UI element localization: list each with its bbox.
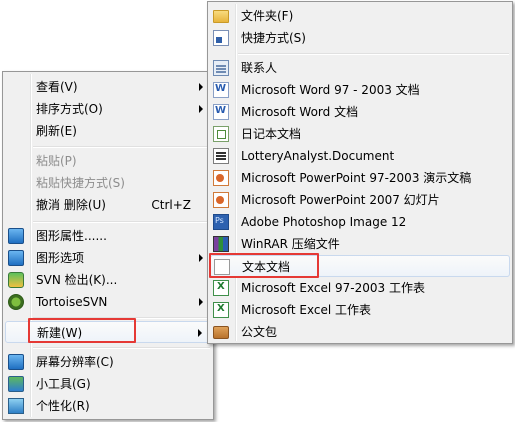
menu-item-label: 快捷方式(S) (241, 31, 306, 45)
powerpoint-icon (213, 170, 229, 186)
new-journal-item[interactable]: 日记本文档 (210, 123, 510, 145)
annotation-highlight-text-document (209, 253, 319, 278)
shortcut-icon (213, 30, 229, 46)
menu-item-label: 查看(V) (36, 80, 78, 94)
contact-icon (213, 60, 229, 76)
menu-item-personalize[interactable]: 个性化(R) (5, 395, 211, 417)
new-excel-item[interactable]: Microsoft Excel 工作表 (210, 299, 510, 321)
menu-item-label: 联系人 (241, 61, 278, 75)
menu-item-label: Microsoft PowerPoint 97-2003 演示文稿 (241, 171, 472, 185)
graphics-properties-icon (8, 228, 24, 244)
menu-item-sort-by[interactable]: 排序方式(O) (5, 98, 211, 120)
winrar-icon (213, 236, 229, 252)
menu-item-graphics-options[interactable]: 图形选项 (5, 247, 211, 269)
briefcase-icon (213, 326, 229, 339)
menu-item-label: SVN 检出(K)... (36, 273, 118, 287)
menu-item-label: Microsoft Excel 97-2003 工作表 (241, 281, 425, 295)
menu-item-view[interactable]: 查看(V) (5, 76, 211, 98)
keyboard-shortcut: Ctrl+Z (151, 198, 191, 212)
tortoisesvn-icon (8, 294, 24, 310)
menu-item-label: Microsoft PowerPoint 2007 幻灯片 (241, 193, 440, 207)
menu-separator (238, 53, 509, 55)
new-photoshop-item[interactable]: Adobe Photoshop Image 12 (210, 211, 510, 233)
menu-item-paste[interactable]: 粘贴(P) (5, 150, 211, 172)
folder-icon (213, 10, 229, 23)
menu-item-screen-resolution[interactable]: 屏幕分辨率(C) (5, 351, 211, 373)
submenu-arrow-icon (199, 83, 203, 91)
photoshop-icon (213, 214, 229, 230)
new-shortcut-item[interactable]: 快捷方式(S) (210, 27, 510, 49)
word-icon (213, 104, 229, 120)
new-submenu: 文件夹(F) 快捷方式(S) 联系人 Microsoft Word 97 - 2… (207, 1, 513, 344)
menu-item-label: 公文包 (241, 325, 278, 339)
new-excel-97-item[interactable]: Microsoft Excel 97-2003 工作表 (210, 277, 510, 299)
personalize-icon (8, 398, 24, 414)
menu-item-label: Microsoft Excel 工作表 (241, 303, 372, 317)
gadgets-icon (8, 376, 24, 392)
menu-item-label: 小工具(G) (36, 377, 91, 391)
menu-item-label: 粘贴快捷方式(S) (36, 176, 125, 190)
menu-item-label: 排序方式(O) (36, 102, 103, 116)
submenu-arrow-icon (199, 254, 203, 262)
new-word-item[interactable]: Microsoft Word 文档 (210, 101, 510, 123)
menu-separator (33, 347, 210, 349)
menu-item-label: 刷新(E) (36, 124, 77, 138)
excel-icon (213, 280, 229, 296)
new-word-97-item[interactable]: Microsoft Word 97 - 2003 文档 (210, 79, 510, 101)
menu-item-label: 屏幕分辨率(C) (36, 355, 114, 369)
menu-separator (33, 146, 210, 148)
menu-item-undo-delete[interactable]: 撤消 删除(U) Ctrl+Z (5, 194, 211, 216)
new-lotteryanalyst-item[interactable]: LotteryAnalyst.Document (210, 145, 510, 167)
svn-checkout-icon (8, 272, 24, 288)
annotation-highlight-new (28, 318, 136, 343)
new-folder-item[interactable]: 文件夹(F) (210, 5, 510, 27)
new-winrar-item[interactable]: WinRAR 压缩文件 (210, 233, 510, 255)
new-powerpoint-2007-item[interactable]: Microsoft PowerPoint 2007 幻灯片 (210, 189, 510, 211)
menu-item-label: Adobe Photoshop Image 12 (241, 215, 407, 229)
document-icon (213, 148, 229, 164)
menu-item-refresh[interactable]: 刷新(E) (5, 120, 211, 142)
menu-item-paste-shortcut[interactable]: 粘贴快捷方式(S) (5, 172, 211, 194)
menu-item-graphics-properties[interactable]: 图形属性...... (5, 225, 211, 247)
menu-item-label: TortoiseSVN (36, 295, 108, 309)
menu-item-label: 图形属性...... (36, 229, 107, 243)
new-powerpoint-97-item[interactable]: Microsoft PowerPoint 97-2003 演示文稿 (210, 167, 510, 189)
powerpoint-icon (213, 192, 229, 208)
menu-item-tortoisesvn[interactable]: TortoiseSVN (5, 291, 211, 313)
journal-icon (213, 126, 229, 142)
menu-item-label: 图形选项 (36, 251, 85, 265)
menu-item-label: 撤消 删除(U) (36, 198, 106, 212)
submenu-arrow-icon (199, 298, 203, 306)
menu-item-label: LotteryAnalyst.Document (241, 149, 395, 163)
menu-item-label: 文件夹(F) (241, 9, 294, 23)
menu-item-label: 粘贴(P) (36, 154, 77, 168)
menu-item-label: 个性化(R) (36, 399, 90, 413)
menu-item-label: Microsoft Word 文档 (241, 105, 359, 119)
word-icon (213, 82, 229, 98)
new-contact-item[interactable]: 联系人 (210, 57, 510, 79)
menu-item-label: WinRAR 压缩文件 (241, 237, 340, 251)
menu-item-gadgets[interactable]: 小工具(G) (5, 373, 211, 395)
submenu-arrow-icon (199, 105, 203, 113)
menu-separator (33, 221, 210, 223)
graphics-options-icon (8, 250, 24, 266)
new-briefcase-item[interactable]: 公文包 (210, 321, 510, 343)
desktop-context-menu: 查看(V) 排序方式(O) 刷新(E) 粘贴(P) 粘贴快捷方式(S) 撤消 删… (2, 71, 214, 420)
menu-item-label: 日记本文档 (241, 127, 302, 141)
menu-item-label: Microsoft Word 97 - 2003 文档 (241, 83, 420, 97)
screen-resolution-icon (8, 354, 24, 370)
excel-icon (213, 302, 229, 318)
submenu-arrow-icon (198, 329, 202, 337)
menu-item-svn-checkout[interactable]: SVN 检出(K)... (5, 269, 211, 291)
